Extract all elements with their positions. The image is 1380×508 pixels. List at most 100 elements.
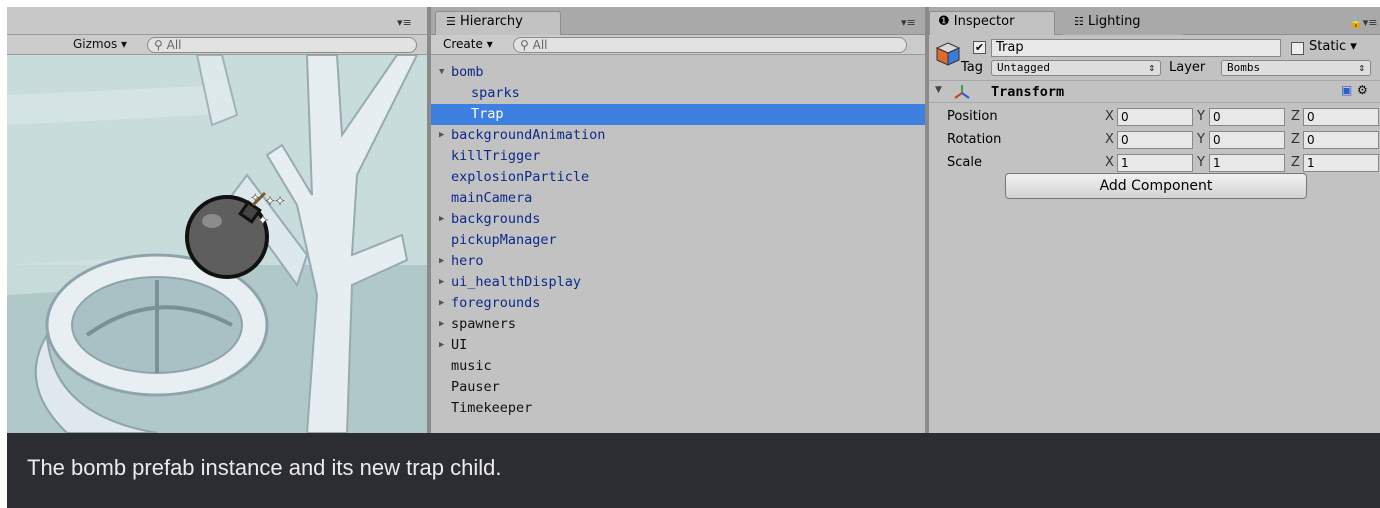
hierarchy-item[interactable]: music [431, 356, 925, 377]
collapsed-arrow-icon[interactable]: ▶ [439, 251, 444, 272]
axis-label-x: X [1105, 155, 1114, 170]
expanded-arrow-icon[interactable]: ▼ [439, 62, 444, 83]
hierarchy-tab-bar: ☰ Hierarchy ▾≡ [431, 7, 925, 35]
hierarchy-item-label: music [451, 358, 492, 374]
axis-label-x: X [1105, 109, 1114, 124]
value-field-y[interactable]: 0 [1209, 131, 1285, 149]
list-icon: ☰ [446, 15, 456, 28]
hierarchy-item[interactable]: mainCamera [431, 188, 925, 209]
hierarchy-item[interactable]: ▶ foregrounds [431, 293, 925, 314]
hierarchy-item-label: Timekeeper [451, 400, 533, 416]
tab-lighting[interactable]: ☷ Lighting [1063, 11, 1183, 35]
add-component-button[interactable]: Add Component [1005, 173, 1307, 199]
collapsed-arrow-icon[interactable]: ▶ [439, 272, 444, 293]
value-field-x[interactable]: 1 [1117, 154, 1193, 172]
gear-icon[interactable]: ⚙ [1357, 83, 1368, 97]
object-name-field[interactable]: Trap [991, 39, 1281, 57]
value-field-z[interactable]: 1 [1303, 154, 1379, 172]
collapsed-arrow-icon[interactable]: ▶ [439, 209, 444, 230]
foldout-arrow-icon[interactable]: ▼ [935, 85, 942, 95]
scene-search-placeholder: All [166, 38, 182, 52]
hierarchy-item-label: bomb [451, 64, 484, 80]
hierarchy-item[interactable]: ▶ hero [431, 251, 925, 272]
hierarchy-item-label: killTrigger [451, 148, 541, 164]
hierarchy-item[interactable]: Pauser [431, 377, 925, 398]
hierarchy-item-label: ui_healthDisplay [451, 274, 582, 290]
create-dropdown[interactable]: Create ▾ [443, 37, 493, 51]
axis-label-z: Z [1291, 155, 1300, 170]
panel-menu-icon[interactable]: ▾≡ [397, 16, 412, 29]
collapsed-arrow-icon[interactable]: ▶ [439, 125, 444, 146]
hierarchy-item-label: backgrounds [451, 211, 541, 227]
value-field-x[interactable]: 0 [1117, 108, 1193, 126]
value-field-z[interactable]: 0 [1303, 108, 1379, 126]
hierarchy-item-label: backgroundAnimation [451, 127, 606, 143]
static-label[interactable]: Static ▾ [1309, 39, 1357, 54]
scene-toolbar: Gizmos ▾ ⚲ All [7, 35, 427, 55]
hierarchy-item[interactable]: explosionParticle [431, 167, 925, 188]
hierarchy-item[interactable]: killTrigger [431, 146, 925, 167]
hierarchy-item[interactable]: ▶ UI [431, 335, 925, 356]
collapsed-arrow-icon[interactable]: ▶ [439, 335, 444, 356]
axis-label-z: Z [1291, 132, 1300, 147]
hierarchy-item[interactable]: pickupManager [431, 230, 925, 251]
tab-inspector[interactable]: ❶ Inspector [929, 11, 1055, 35]
transform-properties: Position X 0 Y 0 Z 0 Rotation X 0 Y 0 Z 0 Scale X 1 Y 1 Z 1 [929, 103, 1380, 174]
hierarchy-item[interactable]: Trap [431, 104, 925, 125]
tag-dropdown[interactable]: Untagged ⇕ [991, 60, 1161, 76]
layer-value: Bombs [1227, 61, 1261, 74]
value-field-z[interactable]: 0 [1303, 131, 1379, 149]
transform-row: Scale X 1 Y 1 Z 1 [929, 151, 1380, 174]
hierarchy-item[interactable]: Timekeeper [431, 398, 925, 419]
inspector-tab-bar: ❶ Inspector ☷ Lighting 🔒▾≡ [929, 7, 1380, 35]
svg-text:✦: ✦ [257, 213, 269, 229]
axis-label-y: Y [1197, 155, 1205, 170]
tag-label: Tag [961, 60, 984, 75]
value-field-y[interactable]: 0 [1209, 108, 1285, 126]
inspector-panel: ❶ Inspector ☷ Lighting 🔒▾≡ ✔ Trap Static… [929, 7, 1380, 433]
collapsed-arrow-icon[interactable]: ▶ [439, 314, 444, 335]
value-field-y[interactable]: 1 [1209, 154, 1285, 172]
transform-header[interactable]: ▼ Transform ▣ ⚙ [929, 81, 1380, 103]
figure-caption: The bomb prefab instance and its new tra… [7, 433, 1380, 508]
value-field-x[interactable]: 0 [1117, 131, 1193, 149]
inspector-header: ✔ Trap Static ▾ Tag Untagged ⇕ Layer Bomb… [929, 35, 1380, 81]
svg-text:✦: ✦ [251, 193, 259, 204]
layer-dropdown[interactable]: Bombs ⇕ [1221, 60, 1371, 76]
property-label: Position [947, 109, 998, 124]
panel-menu-icon[interactable]: ▾≡ [901, 16, 916, 29]
hierarchy-tree: ▼ bomb sparks Trap ▶ backgroundAnimation killT… [431, 55, 925, 419]
hierarchy-item-label: explosionParticle [451, 169, 590, 185]
hierarchy-item[interactable]: ▶ backgroundAnimation [431, 125, 925, 146]
scene-search-input[interactable]: ⚲ All [147, 37, 417, 53]
hierarchy-item[interactable]: ▼ bomb [431, 62, 925, 83]
hierarchy-item[interactable]: sparks [431, 83, 925, 104]
transform-row: Rotation X 0 Y 0 Z 0 [929, 128, 1380, 151]
hierarchy-item-label: Trap [471, 106, 504, 122]
scene-artwork: ✦ ✦✦ ✦ [7, 55, 427, 433]
create-label: Create [443, 37, 483, 51]
info-icon: ❶ [938, 14, 950, 29]
static-checkbox[interactable] [1291, 42, 1304, 55]
collapsed-arrow-icon[interactable]: ▶ [439, 293, 444, 314]
scene-tab-bar: ▾≡ [7, 7, 427, 35]
help-book-icon[interactable]: ▣ [1341, 83, 1352, 97]
search-icon: ⚲ [154, 38, 163, 52]
hierarchy-item-label: foregrounds [451, 295, 541, 311]
hierarchy-search-input[interactable]: ⚲ All [513, 37, 907, 53]
axis-label-y: Y [1197, 132, 1205, 147]
sliders-icon: ☷ [1074, 15, 1084, 28]
scene-viewport[interactable]: ✦ ✦✦ ✦ [7, 55, 427, 433]
gizmos-label: Gizmos [73, 37, 118, 51]
hierarchy-toolbar: Create ▾ ⚲ All [431, 35, 925, 55]
active-checkbox[interactable]: ✔ [973, 41, 986, 54]
lock-icon[interactable]: 🔒▾≡ [1349, 16, 1377, 29]
hierarchy-item[interactable]: ▶ backgrounds [431, 209, 925, 230]
transform-axes-icon [954, 85, 970, 99]
hierarchy-item[interactable]: ▶ ui_healthDisplay [431, 272, 925, 293]
gizmos-dropdown[interactable]: Gizmos ▾ [73, 37, 127, 51]
tab-hierarchy[interactable]: ☰ Hierarchy [435, 11, 561, 35]
hierarchy-item[interactable]: ▶ spawners [431, 314, 925, 335]
hierarchy-item-label: pickupManager [451, 232, 557, 248]
axis-label-x: X [1105, 132, 1114, 147]
